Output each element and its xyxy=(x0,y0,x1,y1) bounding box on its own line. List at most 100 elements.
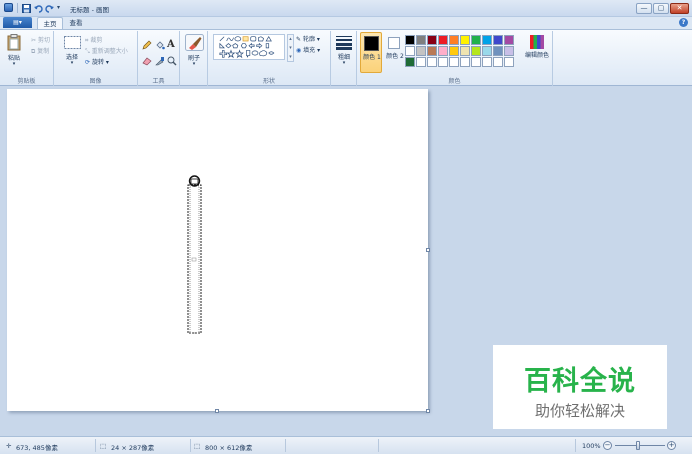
save-icon[interactable] xyxy=(22,4,31,13)
palette-swatch[interactable] xyxy=(493,35,503,45)
redo-icon[interactable] xyxy=(45,4,54,13)
palette-swatch[interactable] xyxy=(449,35,459,45)
image-group-label: 图像 xyxy=(89,78,102,85)
outline-dropdown-icon: ▾ xyxy=(316,36,320,43)
palette-swatch[interactable] xyxy=(416,35,426,45)
color-picker-icon[interactable] xyxy=(155,56,165,66)
fill-shape-label: 填充 xyxy=(303,47,316,54)
status-separator xyxy=(575,439,576,452)
magnifier-icon[interactable] xyxy=(167,56,177,66)
close-button[interactable]: ✕ xyxy=(670,3,689,14)
color1-button[interactable]: 颜色 1 xyxy=(360,32,382,73)
rotate-icon: ⟳ xyxy=(85,59,91,66)
palette-swatch-empty[interactable] xyxy=(460,57,470,67)
pencil-icon[interactable] xyxy=(142,40,152,50)
undo-icon[interactable] xyxy=(34,4,43,13)
palette-swatch[interactable] xyxy=(482,46,492,56)
palette-swatch[interactable] xyxy=(471,46,481,56)
scissors-icon: ✂ xyxy=(31,37,37,44)
shapes-scroll[interactable]: ▴ ▾ ▾ xyxy=(287,34,294,62)
canvas-resize-handle-bottom[interactable] xyxy=(215,409,219,413)
brushes-button[interactable]: 刷子 ▾ xyxy=(184,34,204,67)
color2-button[interactable]: 颜色 2 xyxy=(384,32,406,73)
crop-button[interactable]: ⌗ 裁剪 xyxy=(85,35,102,45)
zoom-slider-thumb[interactable] xyxy=(636,441,640,450)
edit-colors-button[interactable]: 编辑颜色 xyxy=(521,34,553,59)
fill-shape-button[interactable]: ◉ 填充 ▾ xyxy=(296,45,320,54)
palette-swatch-empty[interactable] xyxy=(471,57,481,67)
palette-swatch[interactable] xyxy=(405,46,415,56)
help-icon[interactable]: ? xyxy=(679,18,688,27)
palette-swatch[interactable] xyxy=(449,46,459,56)
drawing-canvas[interactable] xyxy=(7,89,428,411)
palette-swatch-empty[interactable] xyxy=(449,57,459,67)
zoom-in-icon[interactable]: + xyxy=(667,441,676,450)
palette-swatch-empty[interactable] xyxy=(416,57,426,67)
edit-colors-label: 编辑颜色 xyxy=(524,52,549,59)
palette-swatch[interactable] xyxy=(405,57,415,67)
canvas-resize-handle-corner[interactable] xyxy=(426,409,430,413)
palette-swatch[interactable] xyxy=(471,35,481,45)
color2-swatch xyxy=(388,37,400,49)
palette-swatch-empty[interactable] xyxy=(493,57,503,67)
outline-button[interactable]: ✎ 轮廓 ▾ xyxy=(296,34,320,43)
watermark-title: 百科全说 xyxy=(524,366,636,397)
select-icon xyxy=(63,36,81,49)
palette-swatch[interactable] xyxy=(438,35,448,45)
eraser-icon[interactable] xyxy=(142,56,152,66)
palette-swatch-empty[interactable] xyxy=(427,57,437,67)
palette-swatch[interactable] xyxy=(427,46,437,56)
palette-swatch[interactable] xyxy=(416,46,426,56)
palette-swatch[interactable] xyxy=(493,46,503,56)
palette-swatch[interactable] xyxy=(427,35,437,45)
resize-button[interactable]: ⤡ 重新调整大小 xyxy=(85,46,128,56)
paste-dropdown-icon[interactable]: ▾ xyxy=(6,62,22,67)
app-menu-button[interactable]: ▤▾ xyxy=(3,17,32,28)
triangle-shape-icon xyxy=(265,36,272,42)
size-button[interactable]: 粗细 ▾ xyxy=(333,35,355,66)
palette-swatch-empty[interactable] xyxy=(438,57,448,67)
size-group: 粗细 ▾ xyxy=(331,31,357,86)
maximize-button[interactable]: ▢ xyxy=(653,3,669,14)
edit-colors-icon xyxy=(530,35,544,49)
select-dropdown-icon[interactable]: ▾ xyxy=(63,61,81,66)
palette-swatch[interactable] xyxy=(438,46,448,56)
canvas-resize-handle-right[interactable] xyxy=(426,248,430,252)
zoom-out-icon[interactable]: − xyxy=(603,441,612,450)
cut-button[interactable]: ✂ 剪切 xyxy=(31,35,50,44)
palette-swatch[interactable] xyxy=(460,46,470,56)
paint-app-icon[interactable] xyxy=(4,3,13,12)
shapes-gallery[interactable] xyxy=(213,34,285,60)
palette-swatch-empty[interactable] xyxy=(504,57,514,67)
crop-icon: ⌗ xyxy=(85,36,89,44)
watermark-subtitle: 助你轻松解决 xyxy=(534,402,625,420)
palette-swatch[interactable] xyxy=(482,35,492,45)
copy-button[interactable]: ⧉ 复制 xyxy=(31,46,49,56)
palette-swatch-empty[interactable] xyxy=(482,57,492,67)
cut-label: 剪切 xyxy=(37,37,50,44)
title-bar: ▾ 无标题 - 画图 — ▢ ✕ xyxy=(0,0,692,17)
fill-icon[interactable] xyxy=(155,40,165,50)
paste-button[interactable]: 粘贴 ▾ xyxy=(6,34,22,67)
canvas-drawing xyxy=(187,175,202,334)
right-arrow-shape-icon xyxy=(256,42,263,49)
rotate-button[interactable]: ⟳ 旋转 ▾ xyxy=(85,57,109,66)
rotate-label: 旋转 xyxy=(91,59,104,66)
select-button[interactable]: 选择 ▾ xyxy=(63,36,81,66)
tab-view[interactable]: 查看 xyxy=(65,17,87,29)
fill-shape-dropdown-icon: ▾ xyxy=(317,47,321,54)
palette-swatch[interactable] xyxy=(405,35,415,45)
brushes-dropdown-icon[interactable]: ▾ xyxy=(184,62,204,67)
tab-home[interactable]: 主页 xyxy=(37,17,63,29)
palette-swatch[interactable] xyxy=(504,35,514,45)
zoom-slider-track[interactable] xyxy=(615,445,665,446)
size-dropdown-icon[interactable]: ▾ xyxy=(333,61,355,66)
customize-quick-access-icon[interactable]: ▾ xyxy=(57,4,60,11)
palette-swatch[interactable] xyxy=(460,35,470,45)
tools-group-label: 工具 xyxy=(152,78,165,85)
palette-swatch[interactable] xyxy=(504,46,514,56)
window-title: 无标题 - 画图 xyxy=(70,6,109,14)
minimize-button[interactable]: — xyxy=(636,3,652,14)
text-icon[interactable]: A xyxy=(167,39,175,50)
right-triangle-shape-icon xyxy=(219,42,225,49)
